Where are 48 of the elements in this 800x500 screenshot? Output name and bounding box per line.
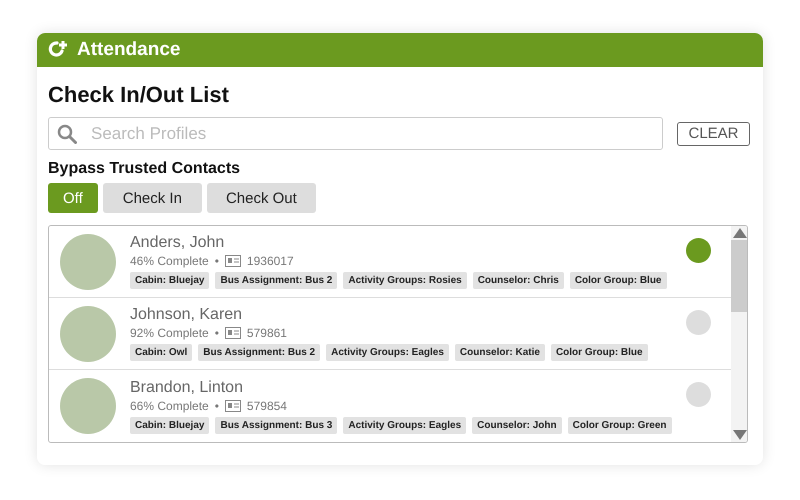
scroll-thumb[interactable] [730,240,747,312]
status-dot[interactable] [686,238,711,263]
toggle-option[interactable]: Check In [102,183,202,213]
separator-dot: • [214,326,219,340]
progress-text: 46% Complete [130,254,209,268]
profile-row[interactable]: Brandon, Linton 66% Complete • 579854 Cabin: Bluejay Bus Assignment: Bus 3 Activity Groups: Eagles Counselor: John Color Group: Green [49,370,731,442]
profile-tag: Counselor: Chris [472,272,564,289]
toggle-option[interactable]: Check Out [206,183,316,213]
profile-tag: Color Group: Blue [550,344,648,362]
scrollbar[interactable] [730,226,747,442]
profile-name: Johnson, Karen [130,306,244,324]
status-dot[interactable] [686,310,711,336]
id-card-icon [224,400,241,412]
profile-tag: Bus Assignment: Bus 3 [215,416,338,434]
separator-dot: • [214,398,219,413]
scroll-down-icon[interactable] [732,430,747,440]
profile-tag: Activity Groups: Rosies [343,272,467,289]
profile-tag: Activity Groups: Eagles [343,416,466,434]
id-card-icon [224,255,241,267]
clear-button[interactable]: CLEAR [677,122,750,146]
profile-tag: Counselor: John [472,416,562,434]
page-heading: Check In/Out List [48,81,230,109]
profile-id: 579854 [246,398,287,413]
profile-tag: Bus Assignment: Bus 2 [215,272,338,289]
scroll-up-icon[interactable] [732,228,747,238]
profile-id: 579861 [246,326,287,340]
profile-name: Anders, John [130,234,226,252]
profile-tag: Counselor: Katie [454,344,545,362]
bypass-label: Bypass Trusted Contacts [48,160,242,178]
profile-tag: Activity Groups: Eagles [326,344,449,362]
search-icon [57,124,77,144]
profile-id: 1936017 [246,254,294,268]
profile-tag: Color Group: Green [568,416,672,434]
profile-tag: Cabin: Bluejay [130,416,210,434]
profile-tag: Cabin: Owl [130,344,192,362]
status-dot[interactable] [686,382,711,408]
profile-tag: Color Group: Blue [570,272,666,289]
search-field[interactable]: Search Profiles [48,117,663,150]
profile-row[interactable]: Johnson, Karen 92% Complete • 579861 Cabin: Owl Bus Assignment: Bus 2 Activity Groups: Eagles Counselor: Katie Color Group: Blue [49,298,731,370]
profile-row[interactable]: Anders, John 46% Complete • 1936017 Cabin: Bluejay Bus Assignment: Bus 2 Activity Groups: Rosies Counselor: Chris Color Group: Blue [49,226,731,298]
profile-tag: Cabin: Bluejay [130,272,210,289]
progress-text: 92% Complete [130,326,209,340]
id-card-icon [224,327,241,340]
profile-name: Brandon, Linton [130,378,244,397]
profile-tag: Bus Assignment: Bus 2 [198,344,320,362]
progress-text: 66% Complete [130,398,209,413]
separator-dot: • [214,254,219,268]
header-title: Attendance [77,39,180,61]
